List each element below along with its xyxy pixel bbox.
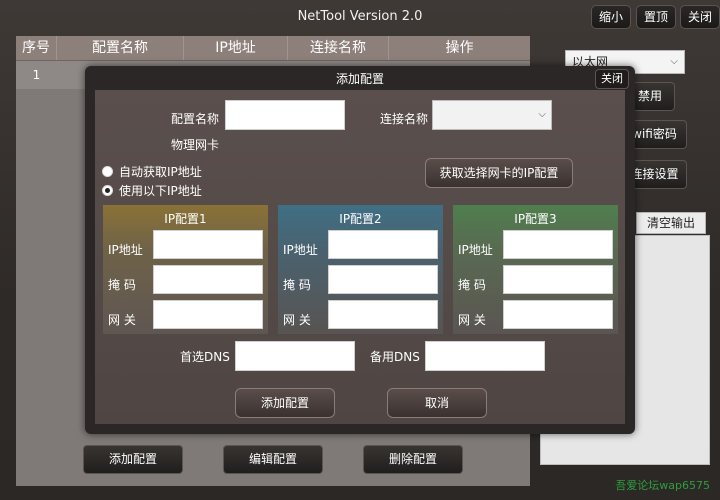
cancel-button[interactable]: 取消: [387, 388, 487, 418]
table-header: 序号 配置名称 IP地址 连接名称 操作: [16, 36, 530, 61]
gateway-input-1[interactable]: [153, 300, 263, 329]
app-window: NetTool Version 2.0 缩小 置顶 关闭 序号 配置名称 IP地…: [0, 0, 720, 500]
add-config-dialog: 添加配置 关闭 配置名称 连接名称 ⌵ 物理网卡 自动获取IP地址 使用以下IP…: [85, 66, 635, 434]
subnet-mask-label: 掩 码: [108, 278, 136, 292]
connection-name-label: 连接名称: [380, 112, 429, 126]
column-header-config-name[interactable]: 配置名称: [57, 36, 184, 60]
edit-config-button[interactable]: 编辑配置: [223, 445, 323, 474]
ip-address-label: IP地址: [458, 243, 493, 257]
clear-output-button[interactable]: 清空输出: [636, 212, 706, 234]
subnet-mask-input-1[interactable]: [153, 265, 263, 294]
delete-config-button[interactable]: 删除配置: [363, 445, 463, 474]
physical-nic-label: 物理网卡: [171, 138, 220, 152]
secondary-dns-label: 备用DNS: [370, 350, 420, 364]
dialog-body: 配置名称 连接名称 ⌵ 物理网卡 自动获取IP地址 使用以下IP地址 获取选择网…: [95, 90, 625, 424]
auto-ip-radio[interactable]: [102, 166, 113, 177]
gateway-label: 网 关: [458, 313, 486, 327]
auto-ip-label[interactable]: 自动获取IP地址: [119, 163, 202, 180]
gateway-input-3[interactable]: [503, 300, 613, 329]
manual-ip-label[interactable]: 使用以下IP地址: [119, 182, 202, 199]
close-window-button[interactable]: 关闭: [680, 5, 720, 29]
gateway-label: 网 关: [108, 313, 136, 327]
confirm-add-button[interactable]: 添加配置: [235, 388, 335, 418]
primary-dns-label: 首选DNS: [180, 350, 230, 364]
subnet-mask-label: 掩 码: [458, 278, 486, 292]
dialog-title: 添加配置: [335, 72, 384, 86]
get-nic-ip-button[interactable]: 获取选择网卡的IP配置: [425, 158, 573, 188]
ip-config-group-title: IP配置1: [164, 212, 207, 226]
ip-config-group-title: IP配置3: [514, 212, 557, 226]
subnet-mask-input-3[interactable]: [503, 265, 613, 294]
cell-index: 1: [32, 68, 41, 82]
ip-config-group-1: IP配置1 IP地址 掩 码 网 关: [103, 205, 268, 334]
gateway-input-2[interactable]: [328, 300, 438, 329]
column-header-actions[interactable]: 操作: [389, 36, 530, 60]
ip-address-label: IP地址: [108, 243, 143, 257]
primary-dns-input[interactable]: [235, 341, 355, 371]
watermark: 吾爱论坛wap6575: [615, 479, 710, 492]
ip-config-group-3: IP配置3 IP地址 掩 码 网 关: [453, 205, 618, 334]
column-header-ip[interactable]: IP地址: [184, 36, 288, 60]
ip-config-group-title: IP配置2: [339, 212, 382, 226]
add-config-button[interactable]: 添加配置: [83, 445, 183, 474]
manual-ip-radio[interactable]: [102, 185, 113, 196]
config-name-label: 配置名称: [171, 112, 220, 126]
ip-address-input-3[interactable]: [503, 230, 613, 259]
config-name-input[interactable]: [225, 100, 345, 130]
subnet-mask-label: 掩 码: [283, 278, 311, 292]
column-header-index[interactable]: 序号: [16, 36, 57, 60]
dialog-close-button[interactable]: 关闭: [595, 69, 629, 89]
minimize-button[interactable]: 缩小: [591, 5, 632, 29]
ip-config-group-2: IP配置2 IP地址 掩 码 网 关: [278, 205, 443, 334]
ip-address-label: IP地址: [283, 243, 318, 257]
gateway-label: 网 关: [283, 313, 311, 327]
chevron-down-icon: ⌵: [538, 109, 546, 120]
subnet-mask-input-2[interactable]: [328, 265, 438, 294]
ip-address-input-2[interactable]: [328, 230, 438, 259]
ip-address-input-1[interactable]: [153, 230, 263, 259]
secondary-dns-input[interactable]: [425, 341, 545, 371]
column-header-connection[interactable]: 连接名称: [288, 36, 389, 60]
pin-on-top-button[interactable]: 置顶: [636, 5, 677, 29]
chevron-down-icon: ⌵: [670, 56, 678, 67]
connection-name-select[interactable]: ⌵: [432, 100, 552, 130]
